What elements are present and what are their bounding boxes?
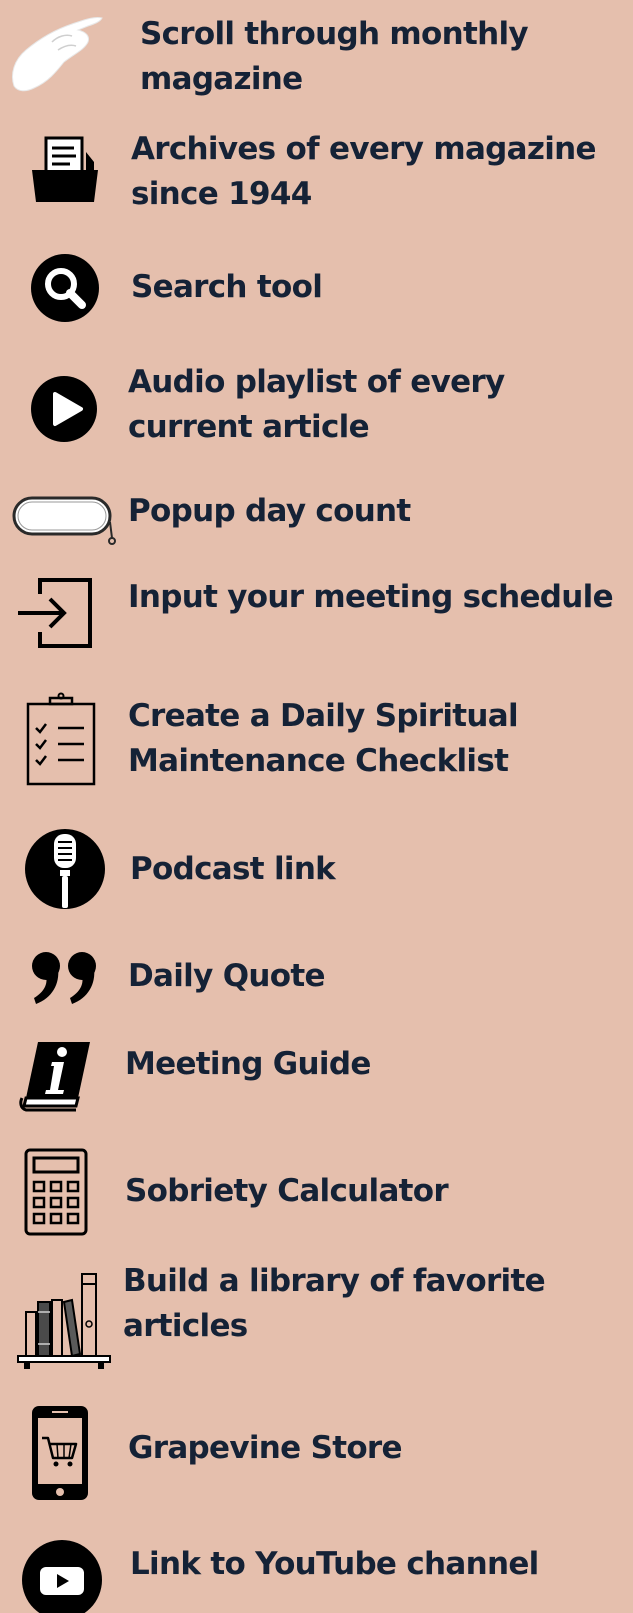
feature-label: Daily Quote (128, 958, 325, 994)
feature-archives: Archives of every magazine since 1944 (0, 120, 633, 220)
feature-label: Meeting Guide (125, 1046, 371, 1082)
feature-input: Input your meeting schedule (0, 572, 633, 652)
info-book-icon (19, 1042, 90, 1112)
feature-label-line-2: articles (123, 1308, 248, 1344)
feature-audio: Audio playlist of every current article (0, 364, 633, 465)
feature-popup: Popup day count (0, 492, 633, 552)
search-icon (31, 254, 99, 322)
clipboard-checklist-icon (26, 692, 96, 786)
feature-calculator: Sobriety Calculator (0, 1142, 633, 1242)
feature-quote: Daily Quote (0, 944, 633, 1014)
feature-label: Link to YouTube channel (130, 1546, 539, 1582)
feature-library: Build a library of favorite articles (0, 1263, 633, 1378)
feature-podcast: Podcast link (0, 824, 633, 909)
feature-scroll: Scroll through monthly magazine (0, 0, 633, 100)
feature-label: Search tool (131, 269, 323, 305)
feature-checklist: Create a Daily Spiritual Maintenance Che… (0, 690, 633, 790)
popup-pill-icon (12, 496, 116, 545)
youtube-icon (22, 1540, 102, 1613)
feature-label: Sobriety Calculator (125, 1173, 449, 1209)
feature-label-line-2: since 1944 (131, 176, 312, 212)
feature-label: Popup day count (128, 493, 411, 529)
feature-list: Scroll through monthly magazine Archives… (0, 0, 633, 1613)
archive-box-icon (32, 136, 98, 202)
feature-label-line-1: Audio playlist of every (128, 364, 505, 400)
feature-label-line-1: Create a Daily Spiritual (128, 698, 519, 734)
bookshelf-icon (17, 1273, 111, 1369)
quote-icon (32, 952, 96, 1004)
microphone-icon (25, 829, 105, 909)
feature-label: Podcast link (130, 851, 336, 887)
feature-label: Grapevine Store (128, 1430, 403, 1466)
calculator-icon (24, 1148, 88, 1236)
feature-label-line-2: Maintenance Checklist (128, 743, 509, 779)
feature-label-line-2: magazine (140, 61, 303, 97)
shopping-cart-phone-icon (32, 1406, 88, 1500)
sign-in-icon (18, 578, 92, 648)
feature-youtube: Link to YouTube channel (0, 1538, 633, 1613)
pointing-hand-icon (12, 17, 103, 92)
feature-label-line-1: Archives of every magazine (131, 131, 597, 167)
feature-label-line-1: Scroll through monthly (140, 16, 529, 52)
feature-search: Search tool (0, 248, 633, 324)
feature-label: Input your meeting schedule (128, 579, 614, 615)
play-icon (31, 376, 97, 442)
feature-store: Grapevine Store (0, 1400, 633, 1504)
feature-label-line-2: current article (128, 409, 370, 445)
feature-guide: Meeting Guide (0, 1036, 633, 1116)
feature-label-line-1: Build a library of favorite (123, 1263, 546, 1299)
